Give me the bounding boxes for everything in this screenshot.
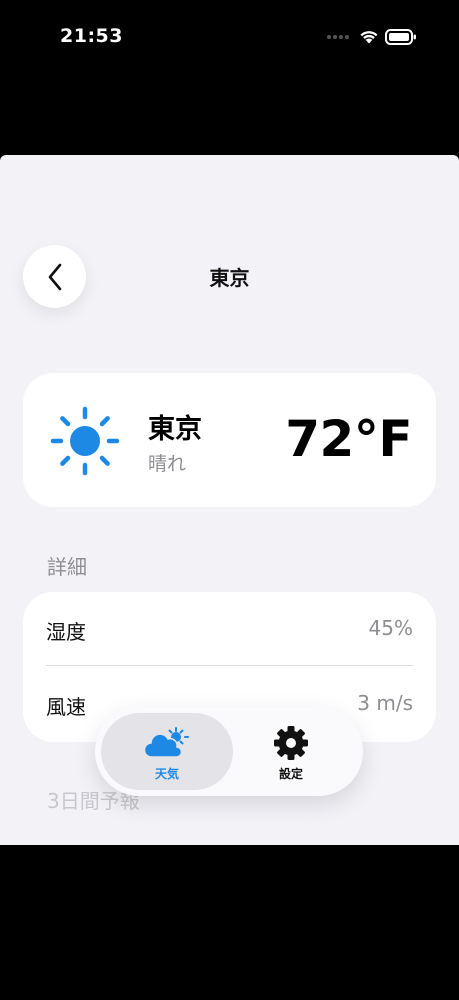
cellular-signal-icon [327, 35, 351, 41]
wifi-icon [360, 31, 378, 44]
details-section-header: 詳細 [47, 555, 87, 579]
status-time: 21:53 [60, 25, 123, 47]
weather-condition: 晴れ [148, 453, 187, 475]
detail-row-humidity: 湿度 45% [46, 592, 413, 666]
detail-value: 45% [368, 616, 413, 640]
tab-label: 設定 [278, 767, 303, 781]
tab-label: 天気 [154, 767, 179, 781]
tab-settings[interactable]: 設定 [225, 713, 357, 790]
tab-weather[interactable]: 天気 [101, 713, 233, 790]
tab-bar: 天気 設定 [95, 707, 363, 796]
cloud-sun-icon [101, 725, 233, 761]
nav-title: 東京 [209, 266, 250, 290]
temperature: 72°F [285, 410, 412, 468]
detail-label: 湿度 [46, 620, 86, 644]
current-weather-card: 東京 晴れ 72°F [23, 373, 436, 507]
city-name: 東京 [148, 414, 202, 445]
gear-icon [225, 725, 357, 761]
detail-label: 風速 [46, 695, 86, 719]
battery-icon [385, 29, 416, 45]
row-divider [46, 665, 413, 666]
detail-value: 3 m/s [357, 691, 413, 715]
phone-screen: 21:53 東京 東京 晴れ 72°F 詳細 湿度 45% 風速 3 m/s 3… [0, 0, 459, 1000]
sun-icon [50, 406, 120, 476]
status-bar: 21:53 [0, 0, 459, 80]
status-icons [327, 28, 419, 48]
